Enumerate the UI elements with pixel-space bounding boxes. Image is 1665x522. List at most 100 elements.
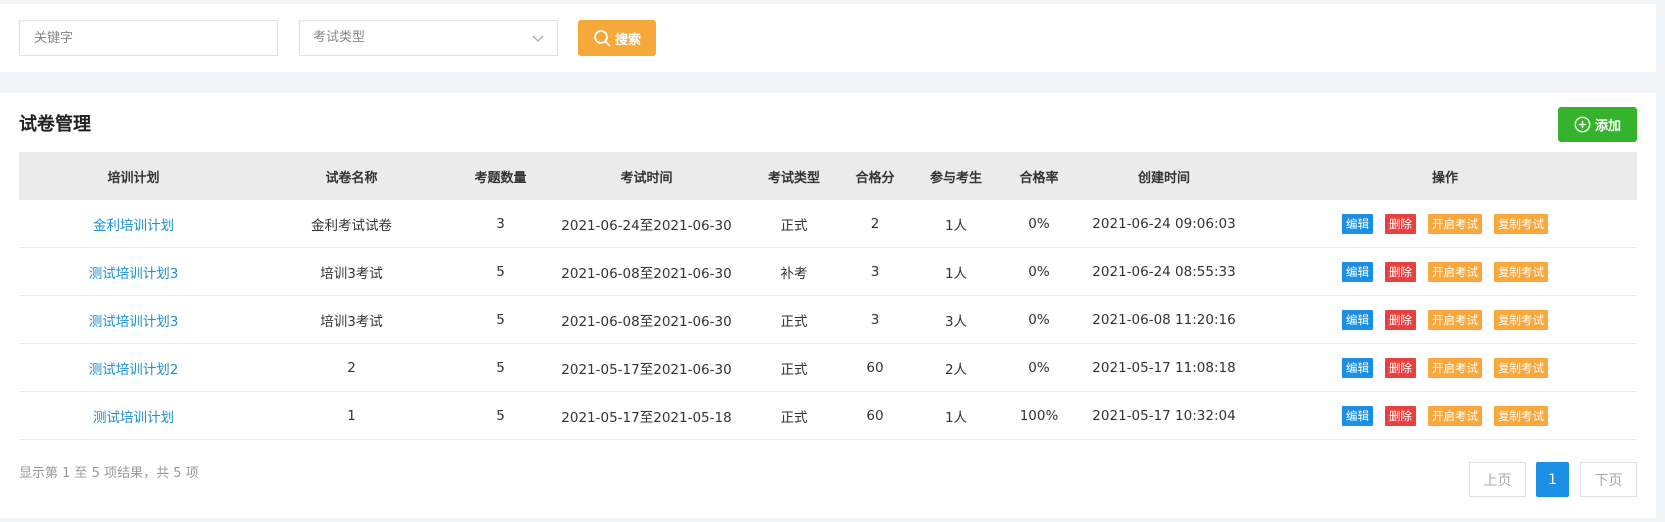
start-exam-button[interactable]: 开启考试	[1428, 357, 1482, 378]
paper-name: 培训3考试	[248, 295, 455, 344]
examinees: 1人	[909, 247, 1003, 296]
exam-time: 2021-05-17至2021-06-30	[546, 343, 747, 392]
start-exam-button[interactable]: 开启考试	[1428, 261, 1482, 282]
copy-exam-button[interactable]: 复制考试	[1494, 213, 1548, 234]
col-header-type: 考试类型	[747, 152, 841, 200]
pass-score: 60	[841, 391, 909, 440]
exam-type: 正式	[747, 343, 841, 392]
keyword-input[interactable]	[19, 20, 278, 56]
search-panel: 考试类型 搜索	[0, 4, 1656, 72]
plus-circle-icon	[1574, 116, 1591, 133]
question-count: 5	[455, 343, 546, 392]
plan-link[interactable]: 测试培训计划2	[89, 362, 179, 378]
delete-button[interactable]: 删除	[1385, 309, 1416, 330]
page-title: 试卷管理	[19, 114, 91, 135]
plan-link[interactable]: 金利培训计划	[93, 218, 174, 234]
exam-time: 2021-05-17至2021-05-18	[546, 391, 747, 440]
created-time: 2021-05-17 10:32:04	[1075, 391, 1253, 440]
pass-rate: 0%	[1003, 247, 1075, 296]
exam-time: 2021-06-08至2021-06-30	[546, 247, 747, 296]
examinees: 3人	[909, 295, 1003, 344]
edit-button[interactable]: 编辑	[1342, 405, 1373, 426]
pass-score: 2	[841, 200, 909, 248]
copy-exam-button[interactable]: 复制考试	[1494, 309, 1548, 330]
exam-type: 正式	[747, 295, 841, 344]
start-exam-button[interactable]: 开启考试	[1428, 405, 1482, 426]
col-header-created: 创建时间	[1075, 152, 1253, 200]
exam-time: 2021-06-08至2021-06-30	[546, 295, 747, 344]
add-label: 添加	[1594, 119, 1621, 134]
exam-paper-table: 培训计划 试卷名称 考题数量 考试时间 考试类型 合格分 参与考生 合格率 创建…	[19, 152, 1637, 440]
current-page-button[interactable]: 1	[1536, 462, 1569, 497]
question-count: 3	[455, 200, 546, 248]
copy-exam-button[interactable]: 复制考试	[1494, 357, 1548, 378]
chevron-down-icon	[532, 35, 544, 42]
pass-score: 3	[841, 295, 909, 344]
plan-link[interactable]: 测试培训计划3	[89, 266, 179, 282]
pass-rate: 0%	[1003, 200, 1075, 248]
pass-score: 3	[841, 247, 909, 296]
question-count: 5	[455, 295, 546, 344]
row-actions: 编辑 删除 开启考试 复制考试	[1253, 357, 1637, 378]
examinees: 1人	[909, 200, 1003, 248]
pass-score: 60	[841, 343, 909, 392]
next-page-button[interactable]: 下页	[1580, 462, 1637, 497]
paper-name: 2	[248, 343, 455, 392]
table-row: 测试培训计划3 培训3考试 5 2021-06-08至2021-06-30 补考…	[19, 247, 1637, 296]
exam-type: 正式	[747, 200, 841, 248]
col-header-paper: 试卷名称	[248, 152, 455, 200]
created-time: 2021-05-17 11:08:18	[1075, 343, 1253, 392]
search-button[interactable]: 搜索	[578, 20, 656, 56]
add-button[interactable]: 添加	[1558, 107, 1637, 142]
row-actions: 编辑 删除 开启考试 复制考试	[1253, 405, 1637, 426]
table-header-row: 培训计划 试卷名称 考题数量 考试时间 考试类型 合格分 参与考生 合格率 创建…	[19, 152, 1637, 200]
exam-type: 正式	[747, 391, 841, 440]
prev-page-button[interactable]: 上页	[1469, 462, 1526, 497]
col-header-actions: 操作	[1253, 152, 1637, 200]
delete-button[interactable]: 删除	[1385, 213, 1416, 234]
exam-type-select[interactable]: 考试类型	[299, 20, 558, 56]
col-header-examinees: 参与考生	[909, 152, 1003, 200]
created-time: 2021-06-24 08:55:33	[1075, 247, 1253, 296]
exam-paper-panel: 试卷管理 添加 培训计划 试卷名称 考题数量 考试时间 考试类型 合格分 参与考…	[0, 93, 1656, 518]
edit-button[interactable]: 编辑	[1342, 261, 1373, 282]
row-actions: 编辑 删除 开启考试 复制考试	[1253, 309, 1637, 330]
delete-button[interactable]: 删除	[1385, 357, 1416, 378]
created-time: 2021-06-08 11:20:16	[1075, 295, 1253, 344]
pass-rate: 0%	[1003, 343, 1075, 392]
delete-button[interactable]: 删除	[1385, 261, 1416, 282]
edit-button[interactable]: 编辑	[1342, 357, 1373, 378]
delete-button[interactable]: 删除	[1385, 405, 1416, 426]
col-header-pass-score: 合格分	[841, 152, 909, 200]
col-header-time: 考试时间	[546, 152, 747, 200]
search-label: 搜索	[614, 32, 641, 48]
row-actions: 编辑 删除 开启考试 复制考试	[1253, 213, 1637, 234]
edit-button[interactable]: 编辑	[1342, 213, 1373, 234]
created-time: 2021-06-24 09:06:03	[1075, 200, 1253, 248]
edit-button[interactable]: 编辑	[1342, 309, 1373, 330]
question-count: 5	[455, 391, 546, 440]
table-row: 金利培训计划 金利考试试卷 3 2021-06-24至2021-06-30 正式…	[19, 200, 1637, 248]
row-actions: 编辑 删除 开启考试 复制考试	[1253, 261, 1637, 282]
copy-exam-button[interactable]: 复制考试	[1494, 261, 1548, 282]
start-exam-button[interactable]: 开启考试	[1428, 213, 1482, 234]
table-row: 测试培训计划2 2 5 2021-05-17至2021-06-30 正式 60 …	[19, 343, 1637, 392]
exam-type: 补考	[747, 247, 841, 296]
table-row: 测试培训计划3 培训3考试 5 2021-06-08至2021-06-30 正式…	[19, 295, 1637, 344]
examinees: 1人	[909, 391, 1003, 440]
pass-rate: 0%	[1003, 295, 1075, 344]
examinees: 2人	[909, 343, 1003, 392]
col-header-count: 考题数量	[455, 152, 546, 200]
exam-time: 2021-06-24至2021-06-30	[546, 200, 747, 248]
paper-name: 培训3考试	[248, 247, 455, 296]
plan-link[interactable]: 测试培训计划	[93, 410, 174, 426]
col-header-plan: 培训计划	[19, 152, 248, 200]
pass-rate: 100%	[1003, 391, 1075, 440]
copy-exam-button[interactable]: 复制考试	[1494, 405, 1548, 426]
col-header-pass-rate: 合格率	[1003, 152, 1075, 200]
search-icon	[594, 30, 611, 47]
paper-name: 1	[248, 391, 455, 440]
start-exam-button[interactable]: 开启考试	[1428, 309, 1482, 330]
table-row: 测试培训计划 1 5 2021-05-17至2021-05-18 正式 60 1…	[19, 391, 1637, 440]
plan-link[interactable]: 测试培训计划3	[89, 314, 179, 330]
